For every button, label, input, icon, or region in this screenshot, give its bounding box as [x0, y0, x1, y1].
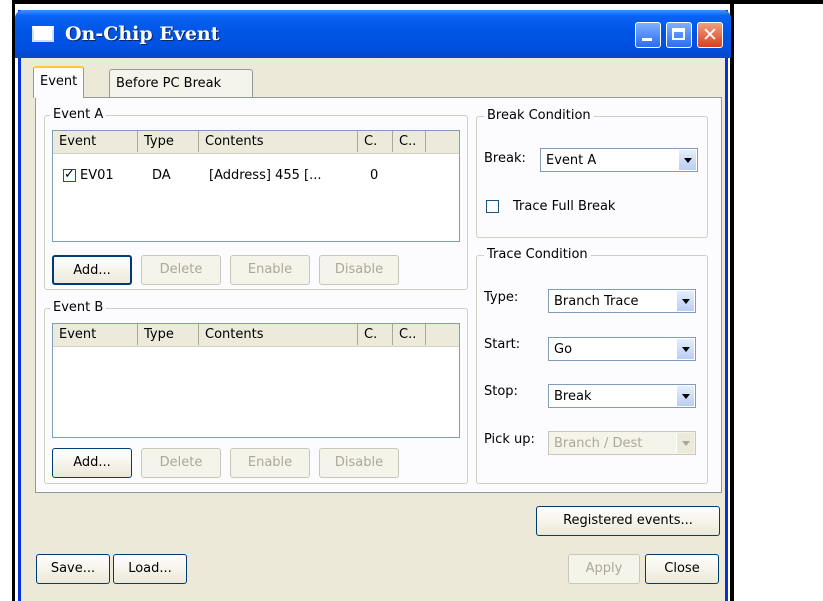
save-button[interactable]: Save... — [36, 554, 110, 584]
trace-start-select[interactable]: Go — [548, 337, 696, 361]
col-header-c2[interactable]: C.. — [393, 324, 426, 345]
event-a-delete-button[interactable]: Delete — [141, 255, 221, 285]
trace-stop-select[interactable]: Break — [548, 384, 696, 408]
event-b-disable-button[interactable]: Disable — [319, 448, 399, 478]
col-header-type[interactable]: Type — [138, 324, 199, 345]
col-header-event[interactable]: Event — [53, 131, 138, 152]
col-header-contents[interactable]: Contents — [199, 131, 358, 152]
trace-stop-value: Break — [554, 389, 592, 404]
trace-condition-label: Trace Condition — [484, 247, 591, 262]
event-a-list[interactable]: Event Type Contents C. C.. EV01 DA [Addr… — [52, 130, 460, 242]
window-title: On-Chip Event — [65, 23, 220, 45]
registered-events-button[interactable]: Registered events... — [536, 506, 720, 536]
chevron-down-icon — [676, 433, 694, 453]
break-label: Break: — [484, 151, 526, 166]
minimize-icon — [642, 38, 652, 41]
chevron-down-icon[interactable] — [676, 291, 694, 311]
load-button[interactable]: Load... — [113, 554, 187, 584]
col-header-c1[interactable]: C. — [358, 131, 393, 152]
minimize-button[interactable] — [635, 22, 661, 48]
tab-event[interactable]: Event — [33, 66, 85, 98]
pickup-label: Pick up: — [484, 432, 535, 447]
break-condition-label: Break Condition — [484, 108, 594, 123]
event-b-list[interactable]: Event Type Contents C. C.. — [52, 323, 460, 438]
apply-button[interactable]: Apply — [568, 554, 640, 584]
trace-full-break-label: Trace Full Break — [513, 199, 616, 214]
break-condition-group — [476, 116, 708, 238]
type-label: Type: — [484, 290, 519, 305]
frame-right-border — [730, 4, 734, 601]
tab-before-pc-break[interactable]: Before PC Break — [109, 69, 253, 97]
frame-left-border — [12, 0, 15, 601]
close-window-button[interactable]: ✕ — [697, 22, 723, 48]
maximize-icon — [672, 28, 685, 40]
col-header-type[interactable]: Type — [138, 131, 199, 152]
trace-pickup-value: Branch / Dest — [554, 436, 643, 451]
event-a-disable-button[interactable]: Disable — [319, 255, 399, 285]
close-icon: ✕ — [702, 24, 718, 46]
maximize-button[interactable] — [666, 22, 692, 48]
chevron-down-icon[interactable] — [676, 386, 694, 406]
row-event: EV01 — [80, 168, 114, 183]
event-b-list-header: Event Type Contents C. C.. — [53, 324, 459, 347]
event-a-group-label: Event A — [50, 107, 107, 122]
event-b-delete-button[interactable]: Delete — [141, 448, 221, 478]
event-a-add-button[interactable]: Add... — [52, 255, 132, 285]
trace-full-break-checkbox[interactable] — [486, 200, 499, 213]
col-header-c1[interactable]: C. — [358, 324, 393, 345]
break-select[interactable]: Event A — [540, 148, 698, 172]
event-b-enable-button[interactable]: Enable — [230, 448, 310, 478]
close-button[interactable]: Close — [645, 554, 719, 584]
break-select-value: Event A — [546, 153, 597, 168]
trace-pickup-select[interactable]: Branch / Dest — [548, 431, 696, 455]
event-a-list-header: Event Type Contents C. C.. — [53, 131, 459, 154]
title-bar[interactable]: On-Chip Event ✕ — [15, 10, 731, 58]
col-header-c2[interactable]: C.. — [393, 131, 426, 152]
frame-top-border — [12, 0, 823, 4]
chevron-down-icon[interactable] — [678, 150, 696, 170]
chevron-down-icon[interactable] — [676, 339, 694, 359]
trace-start-value: Go — [554, 342, 573, 357]
row-contents: [Address] 455 [... — [209, 168, 322, 183]
event-b-group-label: Event B — [50, 300, 107, 315]
row-type: DA — [152, 168, 171, 183]
window-app-icon — [32, 26, 54, 42]
event-a-enable-button[interactable]: Enable — [230, 255, 310, 285]
trace-type-select[interactable]: Branch Trace — [548, 289, 696, 313]
trace-type-value: Branch Trace — [554, 294, 639, 309]
start-label: Start: — [484, 337, 521, 352]
event-b-add-button[interactable]: Add... — [52, 448, 132, 478]
col-header-contents[interactable]: Contents — [199, 324, 358, 345]
stop-label: Stop: — [484, 384, 518, 399]
row-count: 0 — [370, 168, 379, 183]
col-header-event[interactable]: Event — [53, 324, 138, 345]
ev01-checkbox[interactable] — [63, 167, 76, 182]
